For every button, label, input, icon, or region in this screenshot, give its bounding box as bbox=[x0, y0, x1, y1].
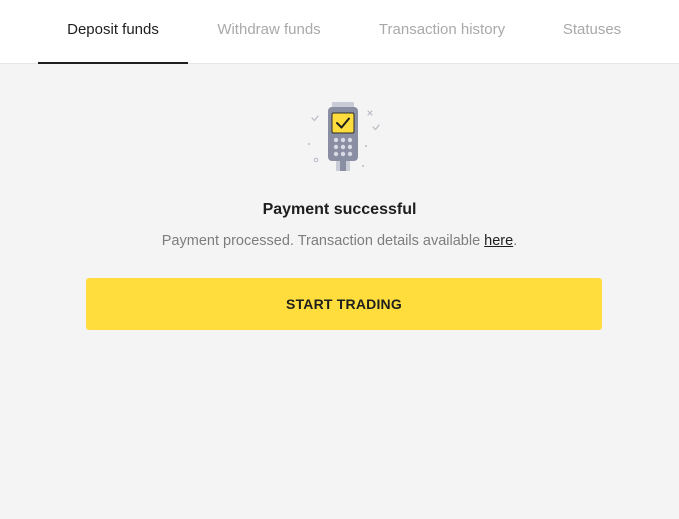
payment-status-message: Payment processed. Transaction details a… bbox=[0, 233, 679, 249]
payment-terminal-success-icon bbox=[300, 96, 388, 180]
message-end: . bbox=[513, 233, 518, 249]
tab-statuses[interactable]: Statuses bbox=[548, 0, 636, 64]
message-text: Payment processed. Transaction details a… bbox=[161, 233, 485, 249]
tab-withdraw-funds[interactable]: Withdraw funds bbox=[203, 0, 335, 64]
transaction-details-link[interactable]: here bbox=[484, 233, 513, 249]
tab-deposit-funds[interactable]: Deposit funds bbox=[38, 0, 188, 64]
start-trading-button[interactable]: START TRADING bbox=[86, 278, 602, 330]
tab-transaction-history[interactable]: Transaction history bbox=[364, 0, 520, 64]
payment-status-title: Payment successful bbox=[262, 201, 417, 218]
tab-bar: Deposit funds Withdraw funds Transaction… bbox=[0, 0, 679, 64]
active-tab-indicator bbox=[38, 62, 188, 64]
